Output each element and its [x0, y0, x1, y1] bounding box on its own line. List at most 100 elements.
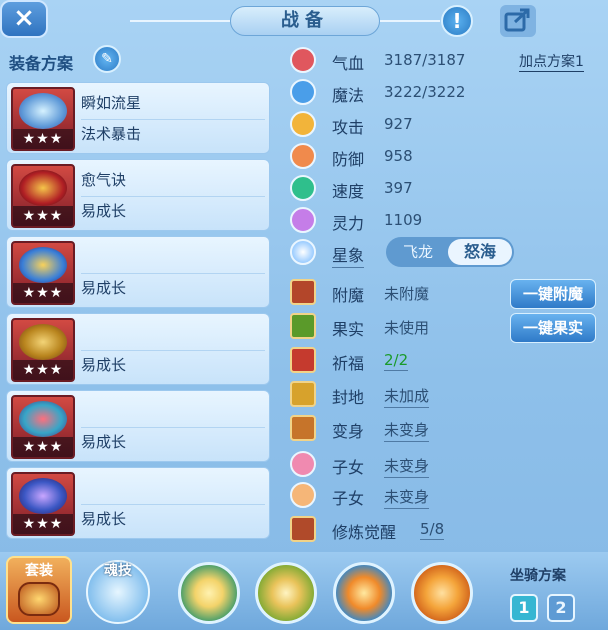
equipment-image: ★★★: [11, 318, 75, 382]
slot-sub: 易成长: [81, 202, 127, 220]
enhance-label: 修炼觉醒: [332, 523, 397, 542]
slot-sub: 易成长: [81, 510, 127, 528]
stat-value: 3222/3222: [384, 83, 466, 101]
enhance-value: 未附魔: [384, 285, 430, 303]
skill-2-icon[interactable]: [255, 562, 317, 624]
transform-icon: [290, 415, 316, 441]
sword-icon: [290, 111, 316, 137]
shield-icon: [290, 143, 316, 169]
slot-divider: [81, 119, 265, 120]
enhance-value: 未使用: [384, 319, 430, 337]
window-title: 战备: [230, 6, 380, 36]
slot-divider: [81, 273, 265, 274]
option-feilong[interactable]: 飞龙: [388, 239, 448, 265]
mount-plan-1-button[interactable]: 1: [510, 594, 538, 622]
stat-value: 3187/3187: [384, 51, 466, 69]
fan-artwork: [19, 93, 67, 129]
enhance-label: 封地: [332, 388, 365, 407]
necklace-artwork: [19, 324, 67, 360]
slot-sub: 法术暴击: [81, 125, 142, 143]
spirit-icon: [290, 207, 316, 233]
equipment-plan-title: 装备方案: [9, 54, 74, 73]
enhance-value[interactable]: 未变身: [384, 419, 430, 442]
equipment-slot-2[interactable]: ★★★ 愈气诀 易成长: [6, 159, 270, 231]
enhance-value[interactable]: 未加成: [384, 385, 430, 408]
blessing-icon: [290, 347, 316, 373]
edit-icon[interactable]: ✎: [93, 45, 121, 73]
enhance-label: 子女: [332, 489, 365, 508]
helmet-artwork: [19, 247, 67, 283]
slot-sub: 易成长: [81, 433, 127, 451]
star-rating: ★★★: [13, 360, 73, 380]
suit-label: 套装: [25, 563, 53, 579]
fief-icon: [290, 381, 316, 407]
skill-3-icon[interactable]: [333, 562, 395, 624]
slot-name: 瞬如流星: [81, 94, 142, 112]
stat-value: 958: [384, 147, 413, 165]
heart-icon: [290, 47, 316, 73]
xingxiang-toggle[interactable]: 飞龙 怒海: [386, 237, 514, 267]
equipment-slot-4[interactable]: ★★★ 易成长: [6, 313, 270, 385]
stat-label: 魔法: [332, 86, 365, 105]
stat-value: 927: [384, 115, 413, 133]
slot-name: 愈气诀: [81, 171, 127, 189]
skill-4-icon[interactable]: [411, 562, 473, 624]
orb-artwork: [19, 170, 67, 206]
equipment-image: ★★★: [11, 164, 75, 228]
enhance-label: 变身: [332, 422, 365, 441]
stat-label: 气血: [332, 54, 365, 73]
skill-1-icon[interactable]: [178, 562, 240, 624]
enchant-icon: [290, 279, 316, 305]
mount-plan-2-button[interactable]: 2: [547, 594, 575, 622]
enhance-value[interactable]: 未变身: [384, 486, 430, 509]
soul-skill-label: 魂技: [104, 563, 132, 579]
equipment-image: ★★★: [11, 241, 75, 305]
enhance-label: 子女: [332, 458, 365, 477]
one-click-enchant-button[interactable]: 一键附魔: [510, 279, 596, 309]
suit-button[interactable]: 套装: [6, 556, 72, 624]
enhance-value[interactable]: 2/2: [384, 351, 409, 371]
option-nuhai[interactable]: 怒海: [448, 239, 512, 265]
star-rating: ★★★: [13, 206, 73, 226]
stat-value: 1109: [384, 211, 423, 229]
close-button[interactable]: ×: [0, 0, 48, 38]
equipment-image: ★★★: [11, 87, 75, 151]
info-icon[interactable]: !: [441, 5, 473, 37]
star-rating: ★★★: [13, 514, 73, 534]
enhance-label: 附魔: [332, 286, 365, 305]
xingxiang-label[interactable]: 星象: [332, 242, 365, 268]
enhance-label: 祈福: [332, 354, 365, 373]
share-icon[interactable]: [500, 5, 536, 37]
equipment-slot-6[interactable]: ★★★ 易成长: [6, 467, 270, 539]
child-icon: [290, 451, 316, 477]
header: 战备 ! ×: [0, 0, 608, 42]
enhance-value[interactable]: 5/8: [420, 520, 445, 540]
equipment-slot-1[interactable]: ★★★ 瞬如流星 法术暴击: [6, 82, 270, 154]
equipment-image: ★★★: [11, 395, 75, 459]
star-rating: ★★★: [13, 129, 73, 149]
slot-divider: [81, 350, 265, 351]
belt-artwork: [19, 401, 67, 437]
attribute-plan-link[interactable]: 加点方案1: [519, 51, 584, 72]
treasure-chest-icon: [18, 582, 60, 616]
stat-label: 攻击: [332, 118, 365, 137]
equipment-slot-5[interactable]: ★★★ 易成长: [6, 390, 270, 462]
one-click-fruit-button[interactable]: 一键果实: [510, 313, 596, 343]
cultivation-icon: [290, 516, 316, 542]
mount-plan-title: 坐骑方案: [510, 568, 566, 584]
equipment-image: ★★★: [11, 472, 75, 536]
stat-label: 速度: [332, 182, 365, 201]
stat-label: 灵力: [332, 214, 365, 233]
share-arrow-icon: [504, 8, 530, 32]
enhance-label: 果实: [332, 320, 365, 339]
slot-divider: [81, 196, 265, 197]
enhance-value[interactable]: 未变身: [384, 455, 430, 478]
stat-value: 397: [384, 179, 413, 197]
battle-prep-window: 战备 ! × 装备方案 ✎ ★★★ 瞬如流星 法术暴击 ★★★ 愈气诀 易成长: [0, 0, 608, 630]
armor-artwork: [19, 478, 67, 514]
lightning-icon: [290, 175, 316, 201]
child-icon: [290, 482, 316, 508]
slot-sub: 易成长: [81, 279, 127, 297]
star-rating: ★★★: [13, 437, 73, 457]
equipment-slot-3[interactable]: ★★★ 易成长: [6, 236, 270, 308]
